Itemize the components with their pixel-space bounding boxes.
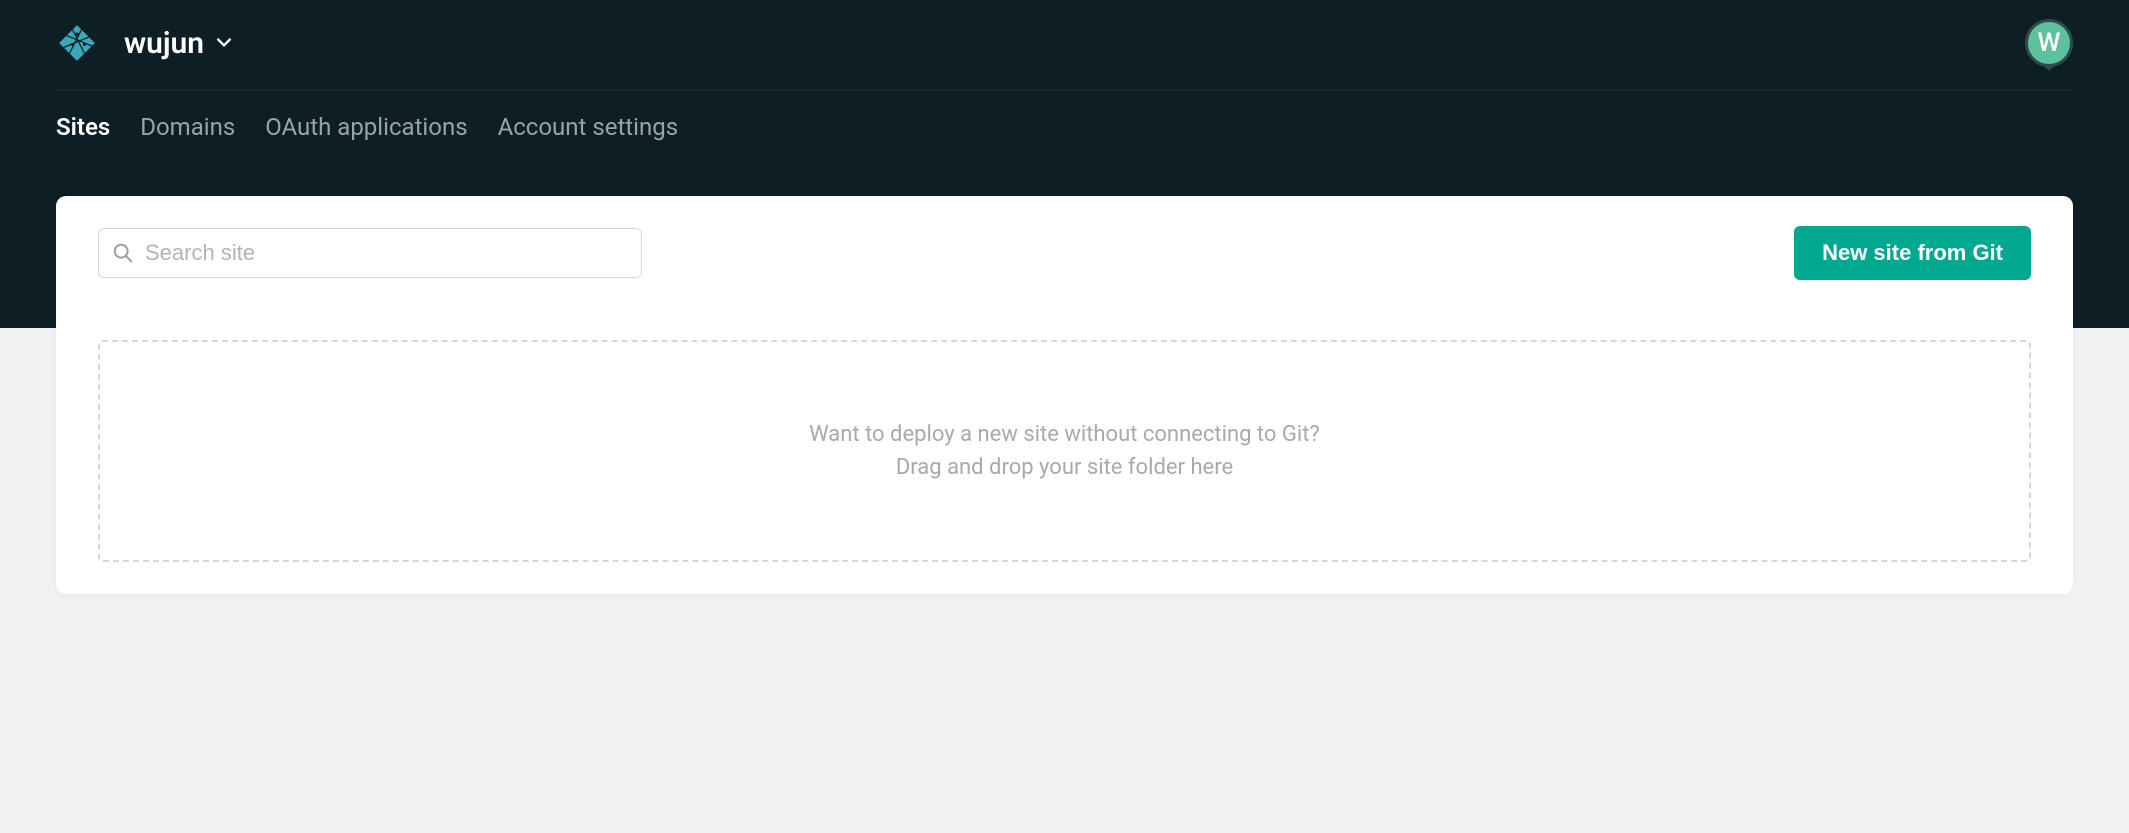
dropzone-text-line2: Drag and drop your site folder here xyxy=(896,451,1233,484)
tab-account-settings[interactable]: Account settings xyxy=(498,113,679,147)
search-input[interactable] xyxy=(98,228,642,278)
avatar-initial: W xyxy=(2038,28,2061,58)
avatar[interactable]: W xyxy=(2025,19,2073,67)
chevron-down-icon xyxy=(216,35,232,51)
dropzone-text-line1: Want to deploy a new site without connec… xyxy=(809,418,1320,451)
new-site-from-git-button[interactable]: New site from Git xyxy=(1794,226,2031,280)
card-top-row: New site from Git xyxy=(98,226,2031,280)
main-card: New site from Git Want to deploy a new s… xyxy=(56,196,2073,594)
tab-domains[interactable]: Domains xyxy=(140,113,235,147)
search-wrap xyxy=(98,228,642,278)
top-bar: wujun W xyxy=(0,0,2129,90)
nav-tabs: Sites Domains OAuth applications Account… xyxy=(0,91,2129,147)
search-icon xyxy=(112,242,134,264)
dropzone[interactable]: Want to deploy a new site without connec… xyxy=(98,340,2031,562)
team-name: wujun xyxy=(124,26,204,61)
tab-oauth-applications[interactable]: OAuth applications xyxy=(265,113,467,147)
team-switcher[interactable]: wujun xyxy=(124,26,232,61)
brand-group: wujun xyxy=(56,22,232,64)
tab-sites[interactable]: Sites xyxy=(56,113,110,147)
netlify-logo-icon[interactable] xyxy=(56,22,98,64)
